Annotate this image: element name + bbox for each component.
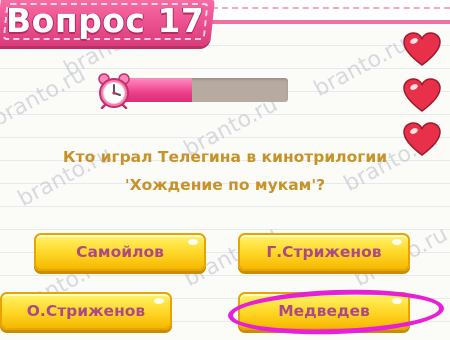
heart-icon [403,32,441,66]
answer-label: Г.Стриженов [266,243,382,261]
button-shine [392,239,402,245]
answer-button-2[interactable]: Г.Стриженов [238,233,410,271]
question-text-line2: 'Хождение по мукам'? [124,176,326,194]
alarm-clock-icon [98,73,130,109]
button-shine [188,239,198,245]
answer-label: Самойлов [76,243,164,261]
timer-fill [122,78,192,102]
answer-label: О.Стриженов [26,302,146,320]
heart-icon [403,78,441,112]
timer-bar [122,78,288,102]
watermark: branto.ru [310,32,412,103]
question-text-line1: Кто играл Телегина в кинотрилогии [62,148,388,166]
watermark: branto.ru [0,62,90,133]
answer-button-1[interactable]: Самойлов [34,233,206,271]
button-shine [154,298,164,304]
answer-button-3[interactable]: О.Стриженов [0,292,172,330]
question-number-title: Вопрос 17 [6,1,205,40]
